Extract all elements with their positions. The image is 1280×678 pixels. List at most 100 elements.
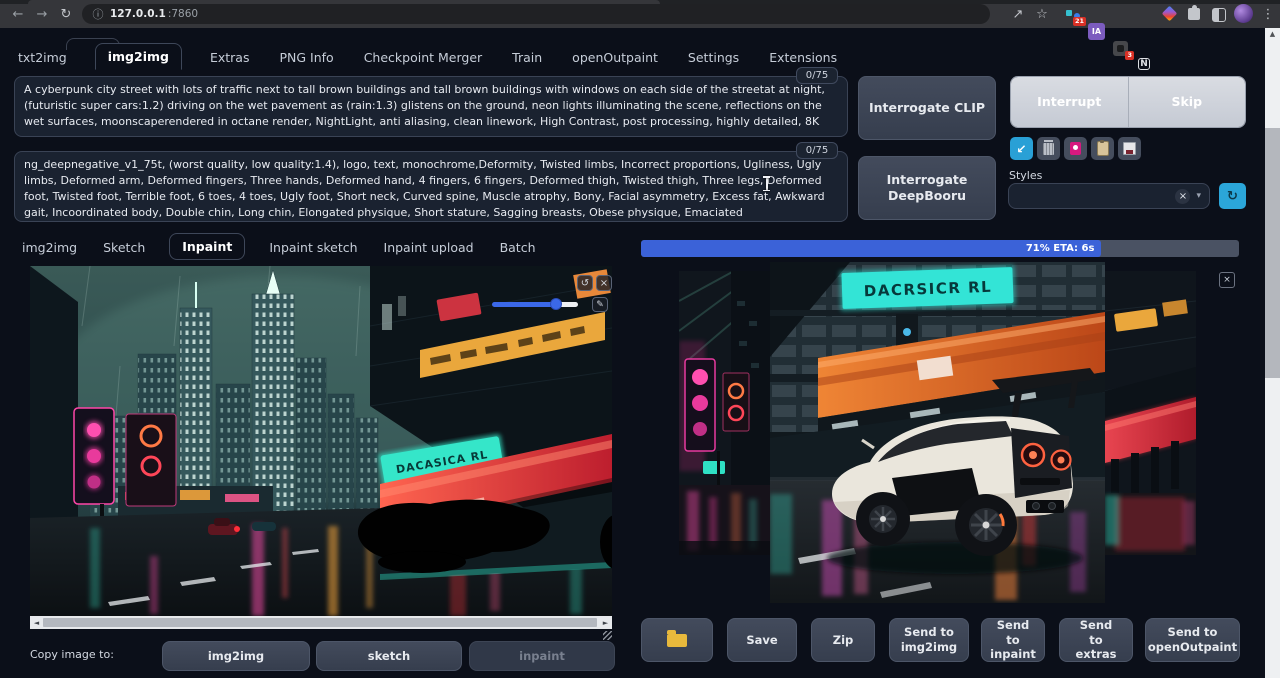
- tab-settings[interactable]: Settings: [686, 45, 741, 70]
- browser-toolbar: ← → ↻ ⓘ 127.0.0.1:7860 ↗ ☆ 21 IA 3 N ⋮: [0, 0, 1280, 28]
- extension-icon-a[interactable]: 21: [1064, 6, 1081, 23]
- extension-icon-gemini[interactable]: [1164, 8, 1175, 19]
- url-port: :7860: [168, 8, 198, 20]
- profile-avatar[interactable]: [1234, 4, 1253, 23]
- tab-img2img[interactable]: img2img: [95, 43, 182, 70]
- darkreader-icon[interactable]: [1212, 8, 1226, 22]
- negative-prompt-box: ng_deepnegative_v1_75t, (worst quality, …: [14, 151, 848, 222]
- card-icon: [1070, 142, 1081, 155]
- refresh-styles-button[interactable]: ↻: [1219, 183, 1246, 209]
- omnibox[interactable]: ⓘ 127.0.0.1:7860: [82, 4, 990, 24]
- canvas-h-scrollbar[interactable]: ◄ ►: [30, 616, 612, 629]
- interrogate-deepbooru-label: Interrogate DeepBooru: [877, 172, 977, 205]
- interrupt-button[interactable]: Interrupt: [1011, 77, 1128, 127]
- tab-txt2img[interactable]: txt2img: [16, 45, 69, 70]
- gallery-thumb-left[interactable]: [679, 271, 770, 555]
- skip-button[interactable]: Skip: [1128, 77, 1246, 127]
- gallery-preview-image[interactable]: DACRSICR RL: [770, 262, 1105, 603]
- tab-png-info[interactable]: PNG Info: [277, 45, 335, 70]
- brush-tool-button[interactable]: ✎: [592, 297, 608, 312]
- prompt-input[interactable]: A cyberpunk city street with lots of tra…: [14, 76, 848, 137]
- progress-label: 71% ETA: 6s: [1026, 243, 1095, 254]
- thumb-left-image: [679, 271, 770, 555]
- extension-a-badge: 21: [1073, 17, 1086, 26]
- extensions-puzzle-button[interactable]: [1188, 8, 1200, 20]
- save-button[interactable]: Save: [727, 618, 797, 662]
- canvas-h-scroll-thumb[interactable]: [43, 618, 597, 627]
- zip-button[interactable]: Zip: [811, 618, 875, 662]
- site-info-icon[interactable]: ⓘ: [92, 8, 104, 20]
- run-controls-group: Interrupt Skip: [1010, 76, 1246, 128]
- copy-to-sketch-button[interactable]: sketch: [316, 641, 462, 671]
- negative-prompt-input[interactable]: ng_deepnegative_v1_75t, (worst quality, …: [14, 151, 848, 222]
- tab-train[interactable]: Train: [510, 45, 544, 70]
- clear-prompt-button[interactable]: [1037, 137, 1060, 160]
- floppy-icon: [1123, 142, 1136, 155]
- page-v-scroll-thumb[interactable]: [1265, 128, 1280, 378]
- trash-icon: [1043, 143, 1054, 155]
- tab-openoutpaint[interactable]: openOutpaint: [570, 45, 660, 70]
- gallery-close-button[interactable]: ×: [1219, 272, 1235, 288]
- extension-icon-notion[interactable]: N: [1138, 58, 1150, 70]
- clear-styles-icon[interactable]: ×: [1175, 189, 1190, 204]
- half-square-icon: [1212, 8, 1226, 22]
- brush-size-slider-knob[interactable]: [550, 298, 562, 310]
- subtab-inpaint-upload[interactable]: Inpaint upload: [382, 235, 476, 260]
- puzzle-icon: [1188, 8, 1200, 20]
- gallery-area: DACRSICR RL: [640, 258, 1240, 614]
- preview-car-image: DACRSICR RL: [770, 262, 1105, 603]
- canvas-resize-handle[interactable]: [603, 631, 612, 640]
- tab-checkpoint-merger[interactable]: Checkpoint Merger: [362, 45, 484, 70]
- extra-networks-button[interactable]: [1064, 137, 1087, 160]
- styles-dropdown[interactable]: × ▾: [1008, 183, 1210, 209]
- share-button[interactable]: ↗: [1008, 4, 1028, 24]
- canvas-undo-button[interactable]: ↺: [577, 275, 593, 291]
- generation-progress-bar: 71% ETA: 6s: [641, 240, 1239, 257]
- apply-styles-button[interactable]: [1091, 137, 1114, 160]
- inpaint-canvas[interactable]: DACASICA RL: [30, 266, 612, 616]
- subtab-inpaint[interactable]: Inpaint: [169, 233, 245, 260]
- save-style-button[interactable]: [1118, 137, 1141, 160]
- send-to-inpaint-button[interactable]: Send to inpaint: [981, 618, 1045, 662]
- interrogate-deepbooru-button[interactable]: Interrogate DeepBooru: [858, 156, 996, 220]
- img2img-mode-tabs: img2img Sketch Inpaint Inpaint sketch In…: [20, 232, 538, 260]
- bookmark-star-button[interactable]: ☆: [1032, 4, 1052, 24]
- styles-label: Styles: [1009, 169, 1042, 182]
- page-v-scrollbar[interactable]: ▲: [1265, 28, 1280, 678]
- progress-fill: 71% ETA: 6s: [641, 240, 1101, 257]
- extension-b-badge: 3: [1125, 51, 1134, 60]
- tab-extras[interactable]: Extras: [208, 45, 252, 70]
- chevron-down-icon[interactable]: ▾: [1196, 191, 1201, 201]
- prompt-box: A cyberpunk city street with lots of tra…: [14, 76, 848, 137]
- forward-button[interactable]: →: [32, 4, 52, 24]
- scroll-up-icon[interactable]: ▲: [1265, 30, 1280, 38]
- url-host: 127.0.0.1: [110, 8, 166, 20]
- extension-icon-b[interactable]: 3: [1112, 40, 1129, 57]
- folder-icon: [667, 634, 687, 647]
- subtab-inpaint-sketch[interactable]: Inpaint sketch: [267, 235, 359, 260]
- interrogate-clip-button[interactable]: Interrogate CLIP: [858, 76, 996, 140]
- clipboard-icon: [1097, 141, 1109, 156]
- scroll-left-icon[interactable]: ◄: [30, 619, 43, 627]
- subtab-img2img[interactable]: img2img: [20, 235, 79, 260]
- subtab-batch[interactable]: Batch: [498, 235, 538, 260]
- scroll-right-icon[interactable]: ►: [599, 619, 612, 627]
- gallery-thumb-right[interactable]: [1105, 271, 1196, 555]
- canvas-remove-image-button[interactable]: ×: [596, 275, 612, 291]
- send-to-img2img-button[interactable]: Send to img2img: [889, 618, 969, 662]
- send-to-extras-button[interactable]: Send to extras: [1059, 618, 1133, 662]
- copy-image-to-label: Copy image to:: [30, 648, 114, 661]
- send-to-openoutpaint-button[interactable]: Send to openOutpaint: [1145, 618, 1240, 662]
- app-root: ← → ↻ ⓘ 127.0.0.1:7860 ↗ ☆ 21 IA 3 N ⋮ t…: [0, 0, 1280, 678]
- open-folder-button[interactable]: [641, 618, 713, 662]
- browser-menu-button[interactable]: ⋮: [1258, 4, 1278, 24]
- reload-button[interactable]: ↻: [56, 4, 76, 24]
- copy-to-inpaint-button[interactable]: inpaint: [469, 641, 615, 671]
- brush-size-slider[interactable]: [492, 302, 578, 307]
- extension-icon-ia[interactable]: IA: [1088, 23, 1105, 40]
- back-button[interactable]: ←: [8, 4, 28, 24]
- subtab-sketch[interactable]: Sketch: [101, 235, 147, 260]
- prompt-token-counter: 0/75: [796, 67, 838, 84]
- copy-to-img2img-button[interactable]: img2img: [162, 641, 310, 671]
- paste-params-button[interactable]: ↙: [1010, 137, 1033, 160]
